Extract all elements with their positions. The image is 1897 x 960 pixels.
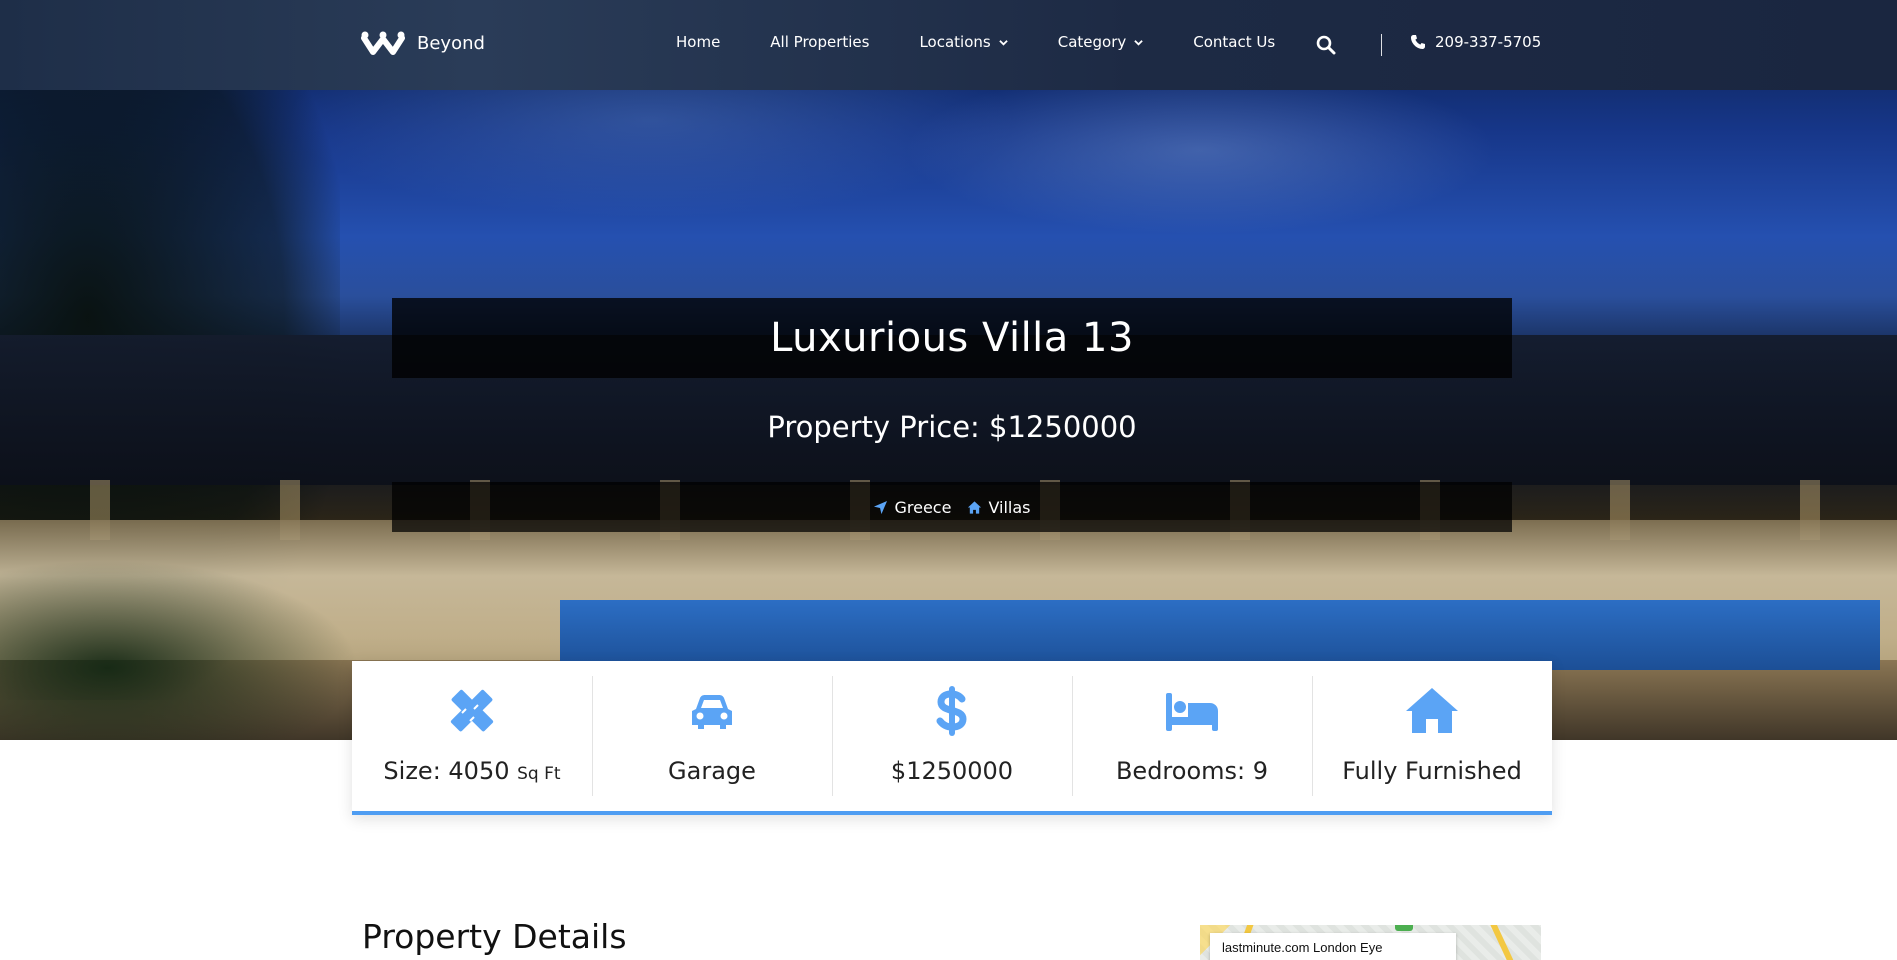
home-small-icon (968, 500, 982, 514)
title-banner: Luxurious Villa 13 (392, 298, 1512, 378)
dollar-icon (936, 686, 967, 736)
nav-contact-us-label: Contact Us (1193, 33, 1276, 51)
search-icon[interactable] (1316, 35, 1336, 55)
nav-contact-us[interactable]: Contact Us (1193, 33, 1275, 51)
feature-garage: Garage (592, 661, 832, 811)
map-marker-icon[interactable] (1395, 925, 1413, 931)
car-icon (692, 695, 732, 729)
top-navbar: Beyond Home All Properties Locations Cat… (0, 0, 1897, 90)
nav-divider (1381, 34, 1382, 56)
property-price: Property Price: $1250000 (767, 410, 1137, 444)
features-card: Size: 4050 Sq Ft Garage $1250000 Bedroom… (352, 661, 1552, 815)
property-meta-bar: Greece Villas (392, 482, 1512, 532)
feature-furnished-label: Fully Furnished (1342, 757, 1522, 785)
phone-link[interactable]: 209-337-5705 (1410, 33, 1541, 51)
nav-home-label: Home (676, 33, 721, 51)
category-label: Villas (988, 497, 1031, 517)
bed-icon (1166, 693, 1218, 731)
feature-price: $1250000 (832, 661, 1072, 811)
feature-garage-label: Garage (668, 757, 756, 785)
pool (560, 600, 1880, 670)
main-nav: Home All Properties Locations Category C… (676, 33, 1325, 51)
phone-number: 209-337-5705 (1435, 33, 1542, 51)
nav-locations-label: Locations (919, 33, 991, 51)
location-arrow-icon (874, 500, 888, 514)
map-place-name: lastminute.com London Eye (1222, 940, 1383, 955)
nav-locations[interactable]: Locations (919, 33, 1008, 51)
location-link[interactable]: Greece (873, 498, 951, 517)
feature-size: Size: 4050 Sq Ft (352, 661, 592, 811)
nav-category-label: Category (1057, 33, 1127, 51)
feature-bedrooms-label: Bedrooms: 9 (1115, 757, 1269, 785)
logo-mark-icon (361, 31, 405, 55)
map-place-card[interactable]: lastminute.com London Eye (1210, 933, 1456, 960)
nav-home[interactable]: Home (676, 33, 720, 51)
brand-logo[interactable]: Beyond (361, 30, 485, 56)
chevron-down-icon (998, 39, 1008, 46)
property-title: Luxurious Villa 13 (770, 315, 1134, 361)
chevron-down-icon (1134, 39, 1144, 46)
nav-all-properties[interactable]: All Properties (770, 33, 869, 51)
nav-category[interactable]: Category (1058, 33, 1144, 51)
feature-bedrooms: Bedrooms: 9 (1072, 661, 1312, 811)
feature-size-label: Size: 4050 Sq Ft (383, 757, 560, 785)
phone-icon (1411, 35, 1425, 49)
size-unit: Sq Ft (517, 764, 561, 784)
feature-furnished: Fully Furnished (1312, 661, 1552, 811)
property-details-heading: Property Details (362, 917, 627, 956)
map-widget[interactable]: lastminute.com London Eye (1200, 925, 1541, 960)
map-road (1487, 925, 1519, 960)
brand-name: Beyond (417, 32, 485, 54)
location-label: Greece (894, 497, 952, 517)
garden-bush (0, 560, 360, 740)
home-icon (1406, 688, 1458, 733)
feature-price-label: $1250000 (890, 757, 1014, 785)
size-value: Size: 4050 (383, 757, 510, 785)
category-link[interactable]: Villas (967, 497, 1031, 517)
pencil-ruler-icon (450, 689, 494, 732)
nav-all-properties-label: All Properties (770, 33, 870, 51)
